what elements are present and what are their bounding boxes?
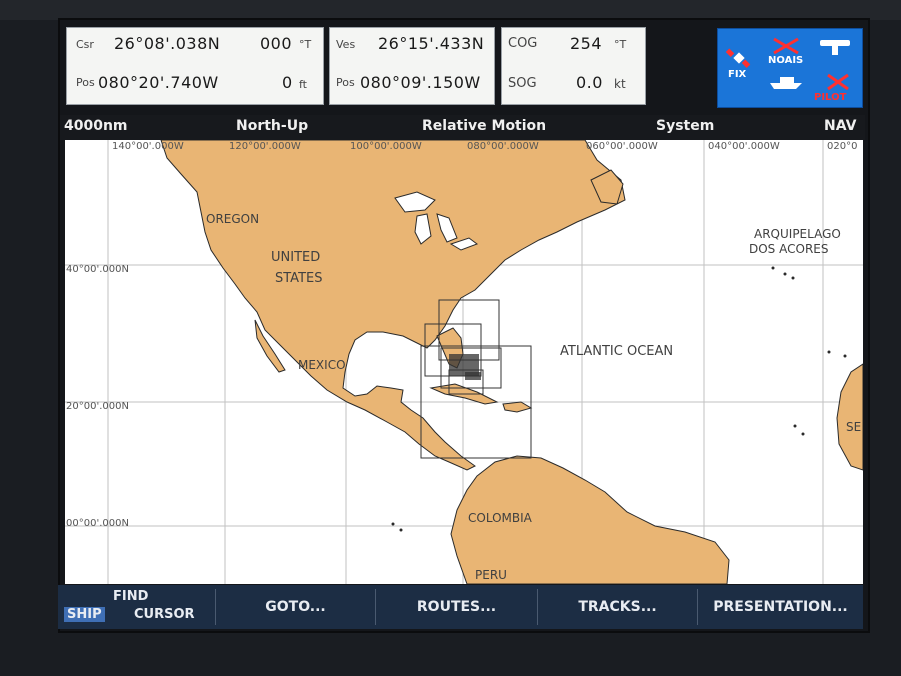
cursor-label: Csr xyxy=(76,38,94,51)
radar-antenna-icon xyxy=(820,40,850,55)
label-mexico: MEXICO xyxy=(298,358,346,372)
softkey-bar: FIND SHIP CURSOR GOTO... ROUTES... TRACK… xyxy=(58,585,863,629)
cursor-depth-unit: ft xyxy=(299,78,307,91)
grid-lat-label: 40°00'.000N xyxy=(66,264,129,275)
label-atlantic-ocean: ATLANTIC OCEAN xyxy=(560,344,674,359)
chart-map[interactable]: 140°00'.000W 120°00'.000W 100°00'.000W 0… xyxy=(65,140,863,584)
grid-lon-label: 100°00'.000W xyxy=(350,141,422,152)
label-oregon: OREGON xyxy=(206,212,260,226)
vessel-latitude: 26°15'.433N xyxy=(378,34,485,53)
noais-label: NOAIS xyxy=(768,55,804,66)
sog-value: 0.0 xyxy=(576,73,603,92)
vessel-longitude: 080°09'.150W xyxy=(360,73,481,92)
grid-lon-label: 020°0 xyxy=(827,141,858,152)
label-dos-acores: DOS ACORES xyxy=(749,242,829,256)
cog-value: 254 xyxy=(570,34,603,53)
fix-label: FIX xyxy=(728,69,747,80)
grid-lat-label: 20°00'.000N xyxy=(66,401,129,412)
cog-unit: °T xyxy=(614,38,627,51)
landmass-hispaniola xyxy=(502,401,533,413)
sog-label: SOG xyxy=(508,76,537,91)
grid-lon-label: 080°00'.000W xyxy=(467,141,539,152)
vessel-pos-label: Pos xyxy=(336,76,355,89)
cursor-latitude: 26°08'.038N xyxy=(114,34,221,53)
datum-mode[interactable]: System xyxy=(656,118,714,134)
orientation-mode[interactable]: North-Up xyxy=(236,118,308,134)
grid-lon-label: 060°00'.000W xyxy=(586,141,658,152)
landmass-africa-edge xyxy=(836,363,863,471)
cursor-depth: 0 xyxy=(282,73,293,92)
grid-lon-label: 120°00'.000W xyxy=(229,141,301,152)
label-united: UNITED xyxy=(271,250,321,265)
label-se: SE xyxy=(846,420,862,434)
status-icons-panel[interactable]: FIX NOAIS PILOT xyxy=(717,28,863,108)
course-speed-panel: COG 254 °T SOG 0.0 kt xyxy=(501,27,646,105)
cursor-bearing: 000 xyxy=(260,34,293,53)
chart-status-bar: 4000nm North-Up Relative Motion System N… xyxy=(60,115,865,140)
range-readout[interactable]: 4000nm xyxy=(64,118,128,134)
tracks-softkey[interactable]: TRACKS... xyxy=(538,589,698,625)
grid-lat-label: 00°00'.000N xyxy=(66,518,129,529)
azores-islands xyxy=(391,266,847,532)
presentation-softkey[interactable]: PRESENTATION... xyxy=(698,589,863,625)
label-states: STATES xyxy=(275,271,323,286)
vessel-icon xyxy=(770,77,802,89)
vessel-position-panel: Ves 26°15'.433N Pos 080°09'.150W xyxy=(329,27,495,105)
satellite-icon xyxy=(726,48,751,68)
grid-lon-label: 140°00'.000W xyxy=(112,141,184,152)
monitor-bezel-top xyxy=(0,0,901,20)
cursor-position-panel: Csr 26°08'.038N 000 °T Pos 080°20'.740W … xyxy=(66,27,324,105)
ais-off-icon xyxy=(773,37,799,55)
cog-label: COG xyxy=(508,36,538,51)
autopilot-off-icon xyxy=(827,73,849,91)
label-arquipelago: ARQUIPELAGO xyxy=(754,227,841,241)
ship-option[interactable]: SHIP xyxy=(64,607,105,622)
landmass-north-america xyxy=(160,140,626,471)
grid-lon-label: 040°00'.000W xyxy=(708,141,780,152)
label-peru: PERU xyxy=(475,568,507,582)
pilot-label: PILOT xyxy=(814,92,847,103)
nav-mode[interactable]: NAV xyxy=(824,118,856,134)
cursor-pos-label: Pos xyxy=(76,76,95,89)
find-ship-cursor-softkey[interactable]: FIND SHIP CURSOR xyxy=(58,589,216,625)
cursor-option[interactable]: CURSOR xyxy=(134,607,195,622)
chart-canvas xyxy=(65,140,863,584)
cursor-bearing-unit: °T xyxy=(299,38,312,51)
routes-softkey[interactable]: ROUTES... xyxy=(376,589,538,625)
label-colombia: COLOMBIA xyxy=(468,511,532,525)
find-label: FIND xyxy=(113,589,149,604)
cursor-longitude: 080°20'.740W xyxy=(98,73,219,92)
goto-softkey[interactable]: GOTO... xyxy=(216,589,376,625)
sog-unit: kt xyxy=(614,77,626,91)
motion-mode[interactable]: Relative Motion xyxy=(422,118,546,134)
vessel-label: Ves xyxy=(336,38,356,51)
